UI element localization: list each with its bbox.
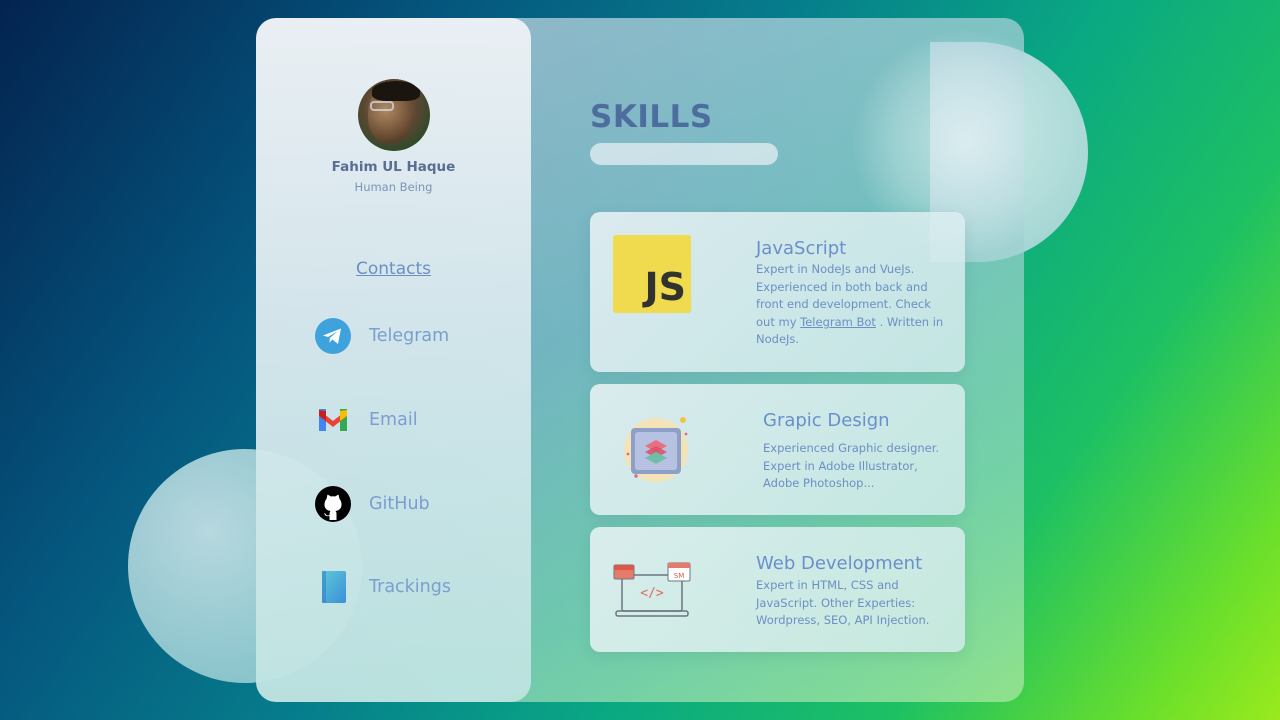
gmail-icon [314,401,352,439]
telegram-icon [314,317,352,355]
contact-email[interactable]: Email [314,400,418,440]
glass-card: Fahim UL Haque Human Being Contacts Tele… [256,18,1024,702]
profile-name: Fahim UL Haque [331,159,456,175]
skill-description: Experienced Graphic designer. Expert in … [763,441,940,490]
contact-github[interactable]: GitHub [314,484,430,524]
svg-text:</>: </> [640,586,664,601]
skills-title-underline [590,143,778,165]
contacts-heading[interactable]: Contacts [256,259,531,279]
contact-trackings[interactable]: Trackings [314,567,451,607]
contact-label: Trackings [369,577,451,597]
skill-title: JavaScript [756,238,847,259]
skill-card-graphic-design[interactable]: Grapic Design Experienced Graphic design… [590,384,965,515]
skill-card-javascript[interactable]: JS JavaScript Expert in NodeJs and VueJs… [590,212,965,372]
contact-label: Email [369,410,418,430]
skills-title: SKILLS [590,99,713,135]
telegram-bot-link[interactable]: Telegram Bot [800,315,876,329]
profile-role: Human Being [354,180,433,194]
contact-label: Telegram [369,326,450,346]
contact-label: GitHub [369,494,430,514]
svg-text:SM: SM [674,572,684,580]
skill-description: Expert in HTML, CSS and JavaScript. Othe… [756,578,930,627]
skill-title: Web Development [756,553,923,574]
book-icon [314,568,352,606]
skill-card-web-development[interactable]: SM </> Web Development Expert in HTML, C… [590,527,965,652]
laptop-code-icon: SM </> [612,561,692,621]
avatar [358,79,430,151]
contact-telegram[interactable]: Telegram [314,316,449,356]
github-icon [314,485,352,523]
javascript-icon: JS [613,235,691,313]
skill-description: Expert in NodeJs and VueJs. Experienced … [756,262,944,346]
profile-sidebar: Fahim UL Haque Human Being Contacts Tele… [256,18,531,702]
skill-title: Grapic Design [763,410,890,431]
layers-design-icon [616,412,692,486]
